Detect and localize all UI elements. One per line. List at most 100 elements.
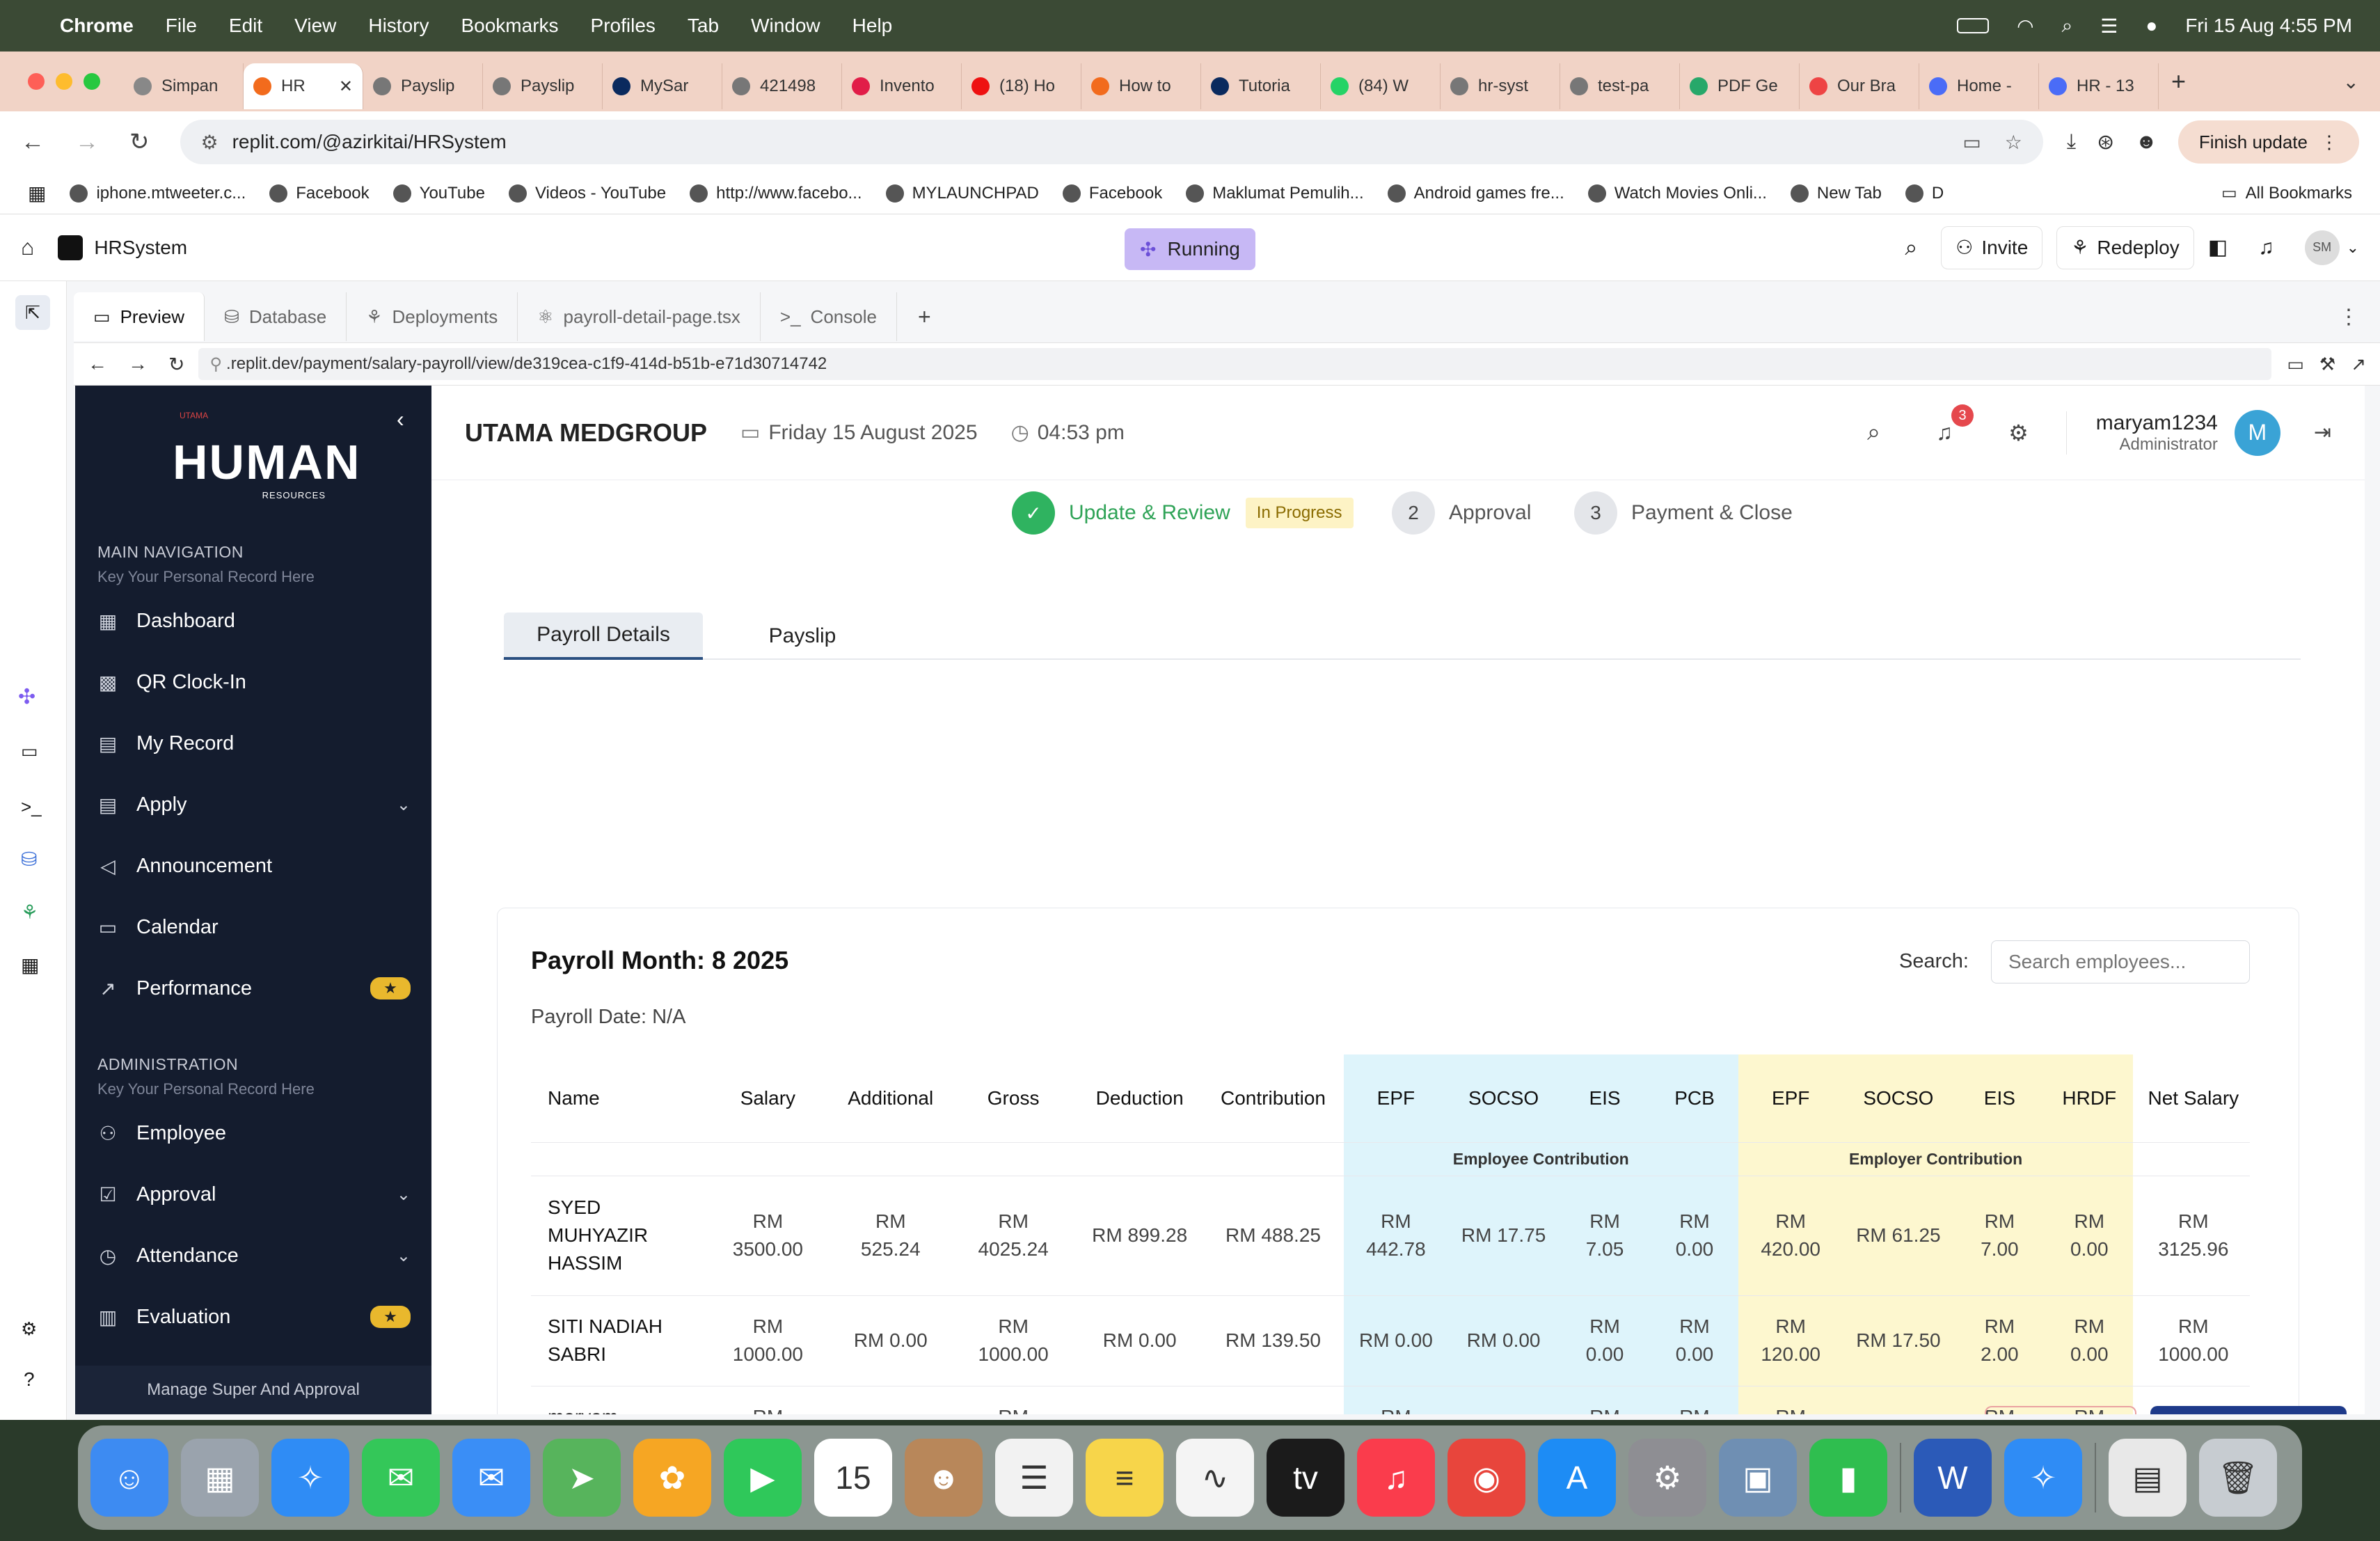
browser-tab[interactable]: test-pa: [1560, 63, 1680, 109]
chrome-icon[interactable]: ◉: [1447, 1439, 1525, 1517]
add-tab-button[interactable]: +: [918, 304, 931, 330]
reject-button[interactable]: [1985, 1406, 2136, 1414]
bookmark-item[interactable]: Facebook: [1062, 184, 1162, 203]
back-icon[interactable]: ←: [21, 129, 45, 156]
browser-tab[interactable]: Payslip: [363, 63, 483, 109]
apps-grid-icon[interactable]: ▦: [28, 182, 46, 205]
devices-icon[interactable]: ▭: [2287, 354, 2304, 375]
control-center-icon[interactable]: ☰: [2100, 15, 2118, 38]
column-header[interactable]: Name: [531, 1054, 705, 1142]
bookmark-item[interactable]: Videos - YouTube: [508, 184, 666, 203]
tab-payroll-details[interactable]: Payroll Details: [504, 613, 703, 660]
sidebar-item-attendance[interactable]: ◷ Attendance ⌄: [97, 1235, 411, 1277]
user-info[interactable]: maryam1234 Administrator: [2065, 411, 2218, 455]
trash-icon[interactable]: 🗑: [2199, 1439, 2277, 1517]
settings-gear-icon[interactable]: ⚙: [2008, 420, 2029, 446]
browser-tab[interactable]: PDF Ge: [1680, 63, 1800, 109]
column-header[interactable]: EPF: [1738, 1054, 1843, 1142]
launchpad-icon[interactable]: ▦: [181, 1439, 259, 1517]
tab-options-icon[interactable]: ⋮: [2338, 305, 2359, 329]
forward-icon[interactable]: →: [75, 129, 99, 156]
approve-button[interactable]: [2150, 1406, 2347, 1414]
sidebar-item-calendar[interactable]: ▭ Calendar: [97, 906, 411, 948]
table-row[interactable]: SYED MUHYAZIR HASSIM RM 3500.00 RM 525.24 R…: [531, 1175, 2250, 1295]
word-icon[interactable]: W: [1914, 1439, 1992, 1517]
deployments-icon[interactable]: ⚘: [21, 901, 38, 924]
extension-icon[interactable]: ⊛: [2097, 130, 2114, 155]
preview-url-field[interactable]: ⚲ .replit.dev/payment/salary-payroll/vie…: [198, 348, 2272, 380]
column-header[interactable]: Salary: [705, 1054, 832, 1142]
bookmark-item[interactable]: Facebook: [269, 184, 370, 203]
column-header[interactable]: PCB: [1651, 1054, 1738, 1142]
site-info-icon[interactable]: ⚙: [201, 131, 219, 154]
column-header[interactable]: Additional: [831, 1054, 950, 1142]
sidebar-item-my-record[interactable]: ▤ My Record: [97, 722, 411, 764]
finder-icon[interactable]: ☺: [90, 1439, 168, 1517]
redeploy-button[interactable]: ⚘ Redeploy: [2056, 226, 2194, 269]
tab-preview[interactable]: ▭ Preview: [74, 292, 205, 341]
user-avatar[interactable]: SM: [2304, 230, 2340, 265]
sidebar-item-evaluation[interactable]: ▥ Evaluation ★: [97, 1296, 411, 1338]
tab-search-icon[interactable]: ⌄: [2343, 70, 2359, 93]
invite-button[interactable]: ⚇ Invite: [1941, 226, 2043, 269]
music-icon[interactable]: ♫: [1357, 1439, 1435, 1517]
search-icon[interactable]: ⌕: [1905, 235, 1917, 261]
sidebar-item-apply[interactable]: ▤ Apply ⌄: [97, 784, 411, 825]
siri-icon[interactable]: ●: [2145, 15, 2157, 37]
home-icon[interactable]: ⌂: [21, 235, 34, 260]
database-icon[interactable]: ⛁: [21, 848, 37, 871]
sidebar-item-announcement[interactable]: ◁ Announcement: [97, 845, 411, 887]
browser-tab[interactable]: Simpan: [124, 63, 244, 109]
column-header[interactable]: Deduction: [1077, 1054, 1203, 1142]
bookmark-item[interactable]: MYLAUNCHPAD: [885, 184, 1039, 203]
freeform-icon[interactable]: ∿: [1176, 1439, 1254, 1517]
app-store-icon[interactable]: A: [1538, 1439, 1616, 1517]
menu-edit[interactable]: Edit: [229, 15, 262, 37]
agent-icon[interactable]: ✣: [18, 685, 35, 709]
menu-help[interactable]: Help: [852, 15, 893, 37]
close-tab-icon[interactable]: ✕: [339, 77, 353, 97]
install-app-icon[interactable]: ▭: [1962, 131, 1981, 154]
menu-app-name[interactable]: Chrome: [60, 15, 134, 37]
omnibox-url[interactable]: replit.com/@azirkitai/HRSystem: [232, 131, 507, 153]
bookmark-item[interactable]: Maklumat Pemulih...: [1186, 184, 1364, 203]
all-bookmarks[interactable]: ▭ All Bookmarks: [2221, 183, 2352, 203]
preview-reload-icon[interactable]: ↻: [168, 353, 184, 376]
bookmark-item[interactable]: http://www.facebo...: [690, 184, 862, 203]
reminders-icon[interactable]: ☰: [995, 1439, 1073, 1517]
notification-bell-icon[interactable]: ♫: [2258, 236, 2274, 260]
browser-tab[interactable]: (84) W: [1321, 63, 1441, 109]
table-scroll[interactable]: Name Salary Additional Gross Deduction Contri…: [531, 1054, 2250, 1414]
close-window-button[interactable]: [28, 73, 45, 90]
mail-icon[interactable]: ✉: [452, 1439, 530, 1517]
employee-search-input[interactable]: [1991, 940, 2250, 983]
browser-tab[interactable]: MySar: [603, 63, 722, 109]
column-header[interactable]: Net Salary: [2133, 1054, 2250, 1142]
pdf-icon[interactable]: ▤: [2109, 1439, 2187, 1517]
column-header[interactable]: SOCSO: [1843, 1054, 1954, 1142]
profile-icon[interactable]: ☻: [2135, 130, 2157, 154]
spotlight-search-icon[interactable]: ⌕: [2062, 15, 2073, 38]
search-icon[interactable]: ⌕: [1867, 419, 1880, 446]
shell-icon[interactable]: >_: [21, 796, 42, 818]
facetime-icon[interactable]: ▶: [724, 1439, 802, 1517]
calendar-icon[interactable]: 15: [814, 1439, 892, 1517]
menu-window[interactable]: Window: [751, 15, 820, 37]
contacts-icon[interactable]: ☻: [905, 1439, 983, 1517]
browser-tab[interactable]: Home -: [1919, 63, 2039, 109]
new-tab-button[interactable]: +: [2171, 67, 2186, 96]
bookmark-item[interactable]: Android games fre...: [1387, 184, 1564, 203]
chevron-down-icon[interactable]: ⌄: [2347, 239, 2359, 257]
table-row[interactable]: SITI NADIAH SABRI RM 1000.00 RM 0.00 RM 100…: [531, 1295, 2250, 1386]
column-header[interactable]: EPF: [1343, 1054, 1449, 1142]
devtools-icon[interactable]: ⚒: [2319, 354, 2335, 375]
menu-file[interactable]: File: [166, 15, 197, 37]
column-header[interactable]: SOCSO: [1448, 1054, 1560, 1142]
sidebar-item-employee[interactable]: ⚇ Employee: [97, 1112, 411, 1154]
menubar-clock[interactable]: Fri 15 Aug 4:55 PM: [2185, 15, 2352, 37]
battery-icon[interactable]: [1957, 18, 1990, 33]
bookmark-item[interactable]: iphone.mtweeter.c...: [70, 184, 246, 203]
bookmark-star-icon[interactable]: ☆: [2005, 131, 2022, 154]
notes-icon[interactable]: ≡: [1086, 1439, 1164, 1517]
sidebar-item-qr-clock-in[interactable]: ▩ QR Clock-In: [97, 661, 411, 703]
